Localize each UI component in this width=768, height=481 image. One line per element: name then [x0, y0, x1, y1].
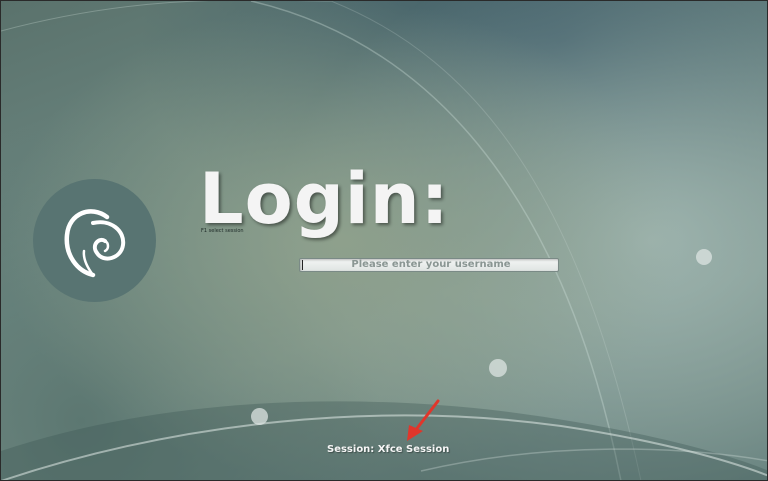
text-caret	[302, 260, 303, 270]
decorative-dot	[696, 249, 712, 265]
session-hint: F1 select session	[201, 228, 244, 234]
debian-swirl-icon	[64, 209, 126, 278]
login-title: Login:	[199, 158, 450, 240]
session-selector[interactable]: Session: Xfce Session	[327, 444, 449, 455]
decorative-dot	[251, 408, 268, 425]
username-input[interactable]	[299, 258, 559, 272]
login-screen: Login: F1 select session Session: Xfce S…	[0, 0, 768, 481]
debian-logo	[33, 179, 156, 302]
decorative-dot	[489, 359, 507, 377]
